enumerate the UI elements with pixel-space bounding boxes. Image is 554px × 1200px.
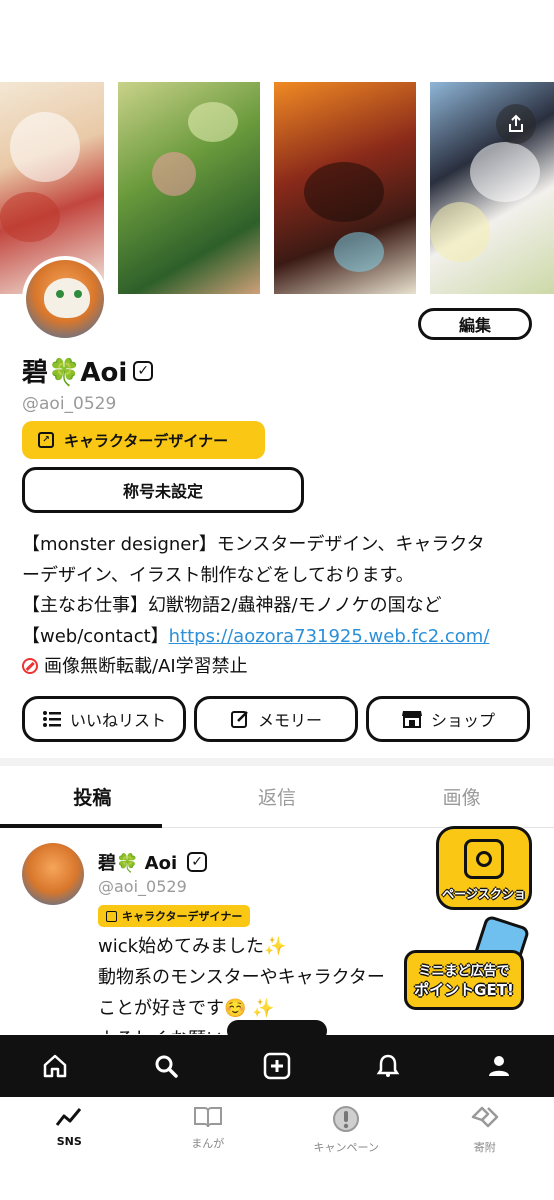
profile-name-row: 碧🍀Aoi ✓ xyxy=(22,352,154,389)
bio-line: 【web/contact】https://aozora731925.web.fc… xyxy=(22,622,532,653)
bell-icon xyxy=(376,1054,400,1077)
profile-name: 碧🍀Aoi xyxy=(22,358,128,388)
role-badge[interactable]: ↗ キャラクターデザイナー xyxy=(22,421,265,459)
role-badge-label: キャラクターデザイナー xyxy=(64,431,229,450)
tabbar-sns[interactable]: SNS xyxy=(0,1097,139,1200)
page-screenshot-button[interactable]: ページスクショ xyxy=(436,826,532,910)
app-tabbar: SNS まんが キャンペーン 寄附 xyxy=(0,1097,554,1200)
tabbar-manga[interactable]: まんが xyxy=(139,1097,278,1200)
handshake-icon xyxy=(471,1106,498,1128)
ad-label-line2: ポイントGET! xyxy=(414,981,514,999)
trend-icon xyxy=(56,1108,82,1126)
shop-label: ショップ xyxy=(430,711,495,730)
camera-icon xyxy=(464,839,504,879)
nav-notifications-button[interactable] xyxy=(363,1041,413,1091)
profile-actions: いいねリスト メモリー ショップ xyxy=(22,696,530,742)
mini-ad-button[interactable]: ミニまど広告で ポイントGET! xyxy=(404,914,531,1016)
book-icon xyxy=(193,1107,222,1128)
memory-button[interactable]: メモリー xyxy=(194,696,358,742)
chart-icon xyxy=(106,910,117,922)
tabbar-campaign-label: キャンペーン xyxy=(313,1141,379,1154)
bio-line: 【monster designer】モンスターデザイン、キャラクタ xyxy=(22,534,485,555)
plus-icon xyxy=(263,1052,291,1080)
bio-link[interactable]: https://aozora731925.web.fc2.com/ xyxy=(169,626,490,647)
bio-line: ーデザイン、イラスト制作などをしております。 xyxy=(22,564,414,586)
banner-art-4: 天 xyxy=(430,82,554,294)
tabbar-manga-label: まんが xyxy=(191,1137,225,1150)
banner-art-3 xyxy=(274,82,416,294)
section-divider xyxy=(0,758,554,766)
home-icon xyxy=(44,1054,67,1078)
bio-notice: 画像無断転載/AI学習禁止 xyxy=(44,656,248,677)
tabbar-donate[interactable]: 寄附 xyxy=(416,1097,554,1200)
post-author-handle: @aoi_0529 xyxy=(98,877,187,896)
share-icon xyxy=(509,114,523,132)
profile-tabs: 投稿 返信 画像 xyxy=(0,766,554,828)
edit-profile-button[interactable]: 編集 xyxy=(418,308,532,340)
bio-contact-prefix: 【web/contact】 xyxy=(22,625,169,647)
post-author-name: 碧🍀 Aoi xyxy=(98,853,178,874)
shop-button[interactable]: ショップ xyxy=(366,696,530,742)
ad-label-line1: ミニまど広告で xyxy=(418,964,510,979)
likes-list-button[interactable]: いいねリスト xyxy=(22,696,186,742)
memory-label: メモリー xyxy=(257,711,322,730)
post-avatar[interactable] xyxy=(22,843,84,905)
profile-bio: 【monster designer】モンスターデザイン、キャラクタ ーデザイン、… xyxy=(22,530,532,683)
tab-replies[interactable]: 返信 xyxy=(185,766,370,827)
bio-line: 画像無断転載/AI学習禁止 xyxy=(22,652,532,683)
post-role-badge-label: キャラクターデザイナー xyxy=(122,910,243,923)
tabbar-donate-label: 寄附 xyxy=(473,1141,496,1154)
title-button[interactable]: 称号未設定 xyxy=(22,467,304,513)
no-entry-icon xyxy=(22,658,38,674)
bottom-nav xyxy=(0,1035,554,1097)
status-bar xyxy=(0,0,554,82)
shop-icon xyxy=(401,711,422,728)
likes-list-label: いいねリスト xyxy=(69,711,166,730)
verified-icon: ✓ xyxy=(133,360,154,381)
verified-icon: ✓ xyxy=(187,852,208,872)
edit-icon xyxy=(230,711,248,728)
list-icon xyxy=(42,711,61,727)
tabbar-sns-label: SNS xyxy=(56,1135,82,1148)
nav-post-button[interactable] xyxy=(252,1041,302,1091)
banner-art-2 xyxy=(118,82,260,294)
exclamation-icon xyxy=(333,1106,360,1132)
nav-search-button[interactable] xyxy=(141,1041,191,1091)
tab-images[interactable]: 画像 xyxy=(369,766,554,827)
page-screenshot-label: ページスクショ xyxy=(442,887,526,901)
person-icon xyxy=(488,1056,509,1076)
share-button[interactable] xyxy=(496,104,536,144)
nav-home-button[interactable] xyxy=(30,1041,80,1091)
profile-handle: @aoi_0529 xyxy=(22,394,117,414)
post-author-row: 碧🍀 Aoi ✓ xyxy=(98,849,208,875)
post-role-badge: キャラクターデザイナー xyxy=(98,905,251,927)
nav-profile-button[interactable] xyxy=(474,1041,524,1091)
profile-avatar[interactable] xyxy=(22,256,108,342)
chart-icon: ↗ xyxy=(38,432,54,448)
bio-line: 【主なお仕事】幻獣物語2/蟲神器/モノノケの国など xyxy=(22,595,442,616)
search-icon xyxy=(155,1055,178,1078)
tabbar-campaign[interactable]: キャンペーン xyxy=(277,1097,416,1200)
tab-posts[interactable]: 投稿 xyxy=(0,766,185,828)
